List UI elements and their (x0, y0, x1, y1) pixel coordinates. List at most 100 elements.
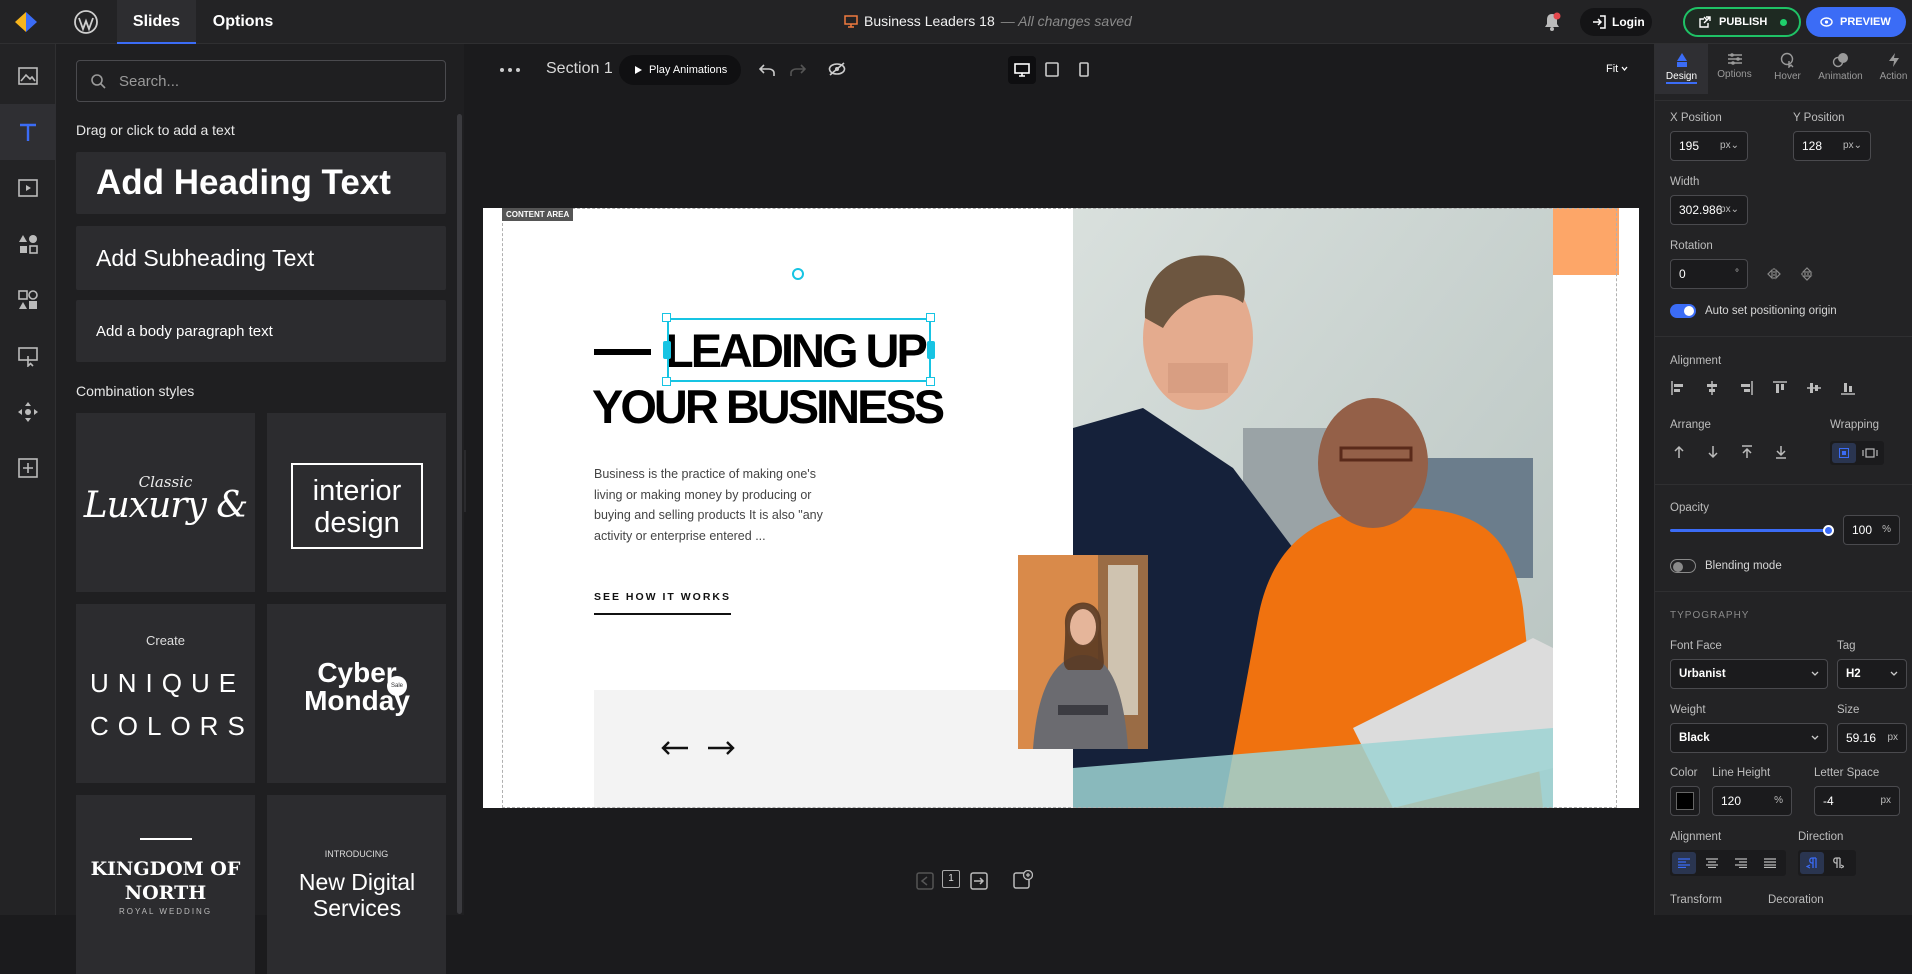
previous-page-icon[interactable] (916, 872, 934, 890)
add-body-button[interactable]: Add a body paragraph text (76, 300, 446, 362)
color-swatch-button[interactable] (1670, 786, 1700, 816)
rotation-input[interactable]: 0 ° (1670, 259, 1748, 289)
align-right-icon[interactable] (1738, 380, 1754, 396)
add-page-icon[interactable] (1013, 870, 1033, 890)
tab-design[interactable]: Design (1655, 44, 1708, 94)
text-align-left-button[interactable] (1672, 852, 1696, 874)
font-face-select[interactable]: Urbanist (1670, 659, 1828, 689)
send-to-back-icon[interactable] (1775, 445, 1787, 459)
arrow-right-icon[interactable] (707, 741, 735, 755)
rail-interactive[interactable] (0, 328, 56, 384)
send-backward-icon[interactable] (1707, 445, 1719, 459)
undo-icon[interactable] (759, 63, 775, 77)
selection-box[interactable] (667, 318, 931, 382)
rail-video[interactable] (0, 160, 56, 216)
rail-elements[interactable] (0, 272, 56, 328)
tab-animation[interactable]: Animation (1814, 44, 1867, 94)
direction-ltr-button[interactable] (1800, 852, 1824, 874)
resize-handle-left[interactable] (663, 341, 671, 359)
play-animations-button[interactable]: Play Animations (619, 55, 741, 85)
align-left-icon[interactable] (1670, 380, 1686, 396)
opacity-slider[interactable] (1670, 529, 1830, 532)
document-title[interactable]: Business Leaders 18 — All changes saved (844, 13, 1132, 29)
x-position-input[interactable]: 195 px⌄ (1670, 131, 1748, 161)
size-input[interactable]: 59.16 px (1837, 723, 1907, 753)
arrow-left-icon[interactable] (661, 741, 689, 755)
opacity-slider-thumb[interactable] (1823, 525, 1834, 536)
search-input[interactable] (76, 60, 446, 102)
wrap-inline-button[interactable] (1832, 443, 1856, 463)
wrap-around-icon[interactable] (1862, 448, 1878, 458)
more-options-icon[interactable] (500, 68, 520, 72)
hide-eye-icon[interactable] (828, 61, 846, 77)
login-button[interactable]: Login (1580, 8, 1652, 36)
text-align-center-icon[interactable] (1706, 858, 1718, 868)
combo-kingdom[interactable]: KINGDOM OF NORTH ROYAL WEDDING (76, 795, 255, 974)
resize-handle-top-left[interactable] (662, 313, 671, 322)
bring-forward-icon[interactable] (1673, 445, 1685, 459)
desktop-view-button[interactable] (1008, 56, 1036, 84)
line-height-unit: % (1774, 795, 1783, 806)
see-how-it-works-link[interactable]: SEE HOW IT WORKS (594, 591, 731, 615)
tab-options[interactable]: Options (202, 0, 284, 44)
letter-space-input[interactable]: -4 px (1814, 786, 1900, 816)
tab-hover[interactable]: Hover (1761, 44, 1814, 94)
combo-cyber[interactable]: Cyber Monday Sale (267, 604, 446, 783)
auto-origin-toggle[interactable] (1670, 304, 1696, 318)
text-align-left-icon (1678, 858, 1690, 868)
align-center-horizontal-icon[interactable] (1704, 380, 1720, 396)
tab-options-prop[interactable]: Options (1708, 44, 1761, 94)
mobile-icon[interactable] (1079, 62, 1089, 77)
align-top-icon[interactable] (1772, 380, 1788, 396)
y-position-input[interactable]: 128 px⌄ (1793, 131, 1871, 161)
section-label[interactable]: Section 1 (546, 60, 613, 78)
width-input[interactable]: 302.986 px⌄ (1670, 195, 1748, 225)
text-align-right-icon[interactable] (1735, 858, 1747, 868)
preview-button[interactable]: PREVIEW (1806, 7, 1906, 37)
tab-action[interactable]: Action (1867, 44, 1912, 94)
text-align-justify-icon[interactable] (1764, 858, 1776, 868)
play-animations-label: Play Animations (649, 64, 728, 76)
rail-shapes[interactable] (0, 216, 56, 272)
rail-add-section[interactable] (0, 440, 56, 496)
slide-canvas[interactable]: CONTENT AREA LEADING UP YOUR BUSINESS Bu… (483, 208, 1639, 808)
rail-navigation[interactable] (0, 384, 56, 440)
move-arrows-icon (18, 402, 38, 422)
zoom-select[interactable]: Fit (1606, 63, 1628, 75)
combo-unique[interactable]: Create UNIQUE COLORS (76, 604, 255, 783)
align-bottom-icon[interactable] (1840, 380, 1856, 396)
panel-scrollbar[interactable] (457, 114, 462, 914)
rotate-handle[interactable] (792, 268, 804, 280)
resize-handle-top-right[interactable] (926, 313, 935, 322)
flip-horizontal-icon[interactable] (1767, 268, 1781, 280)
add-heading-button[interactable]: Add Heading Text (76, 152, 446, 214)
text-direction-rtl-icon[interactable] (1832, 857, 1844, 869)
wordpress-icon[interactable] (73, 9, 99, 35)
resize-handle-bottom-right[interactable] (926, 377, 935, 386)
tag-select[interactable]: H2 (1837, 659, 1907, 689)
rail-text[interactable] (0, 104, 56, 160)
align-middle-vertical-icon[interactable] (1806, 380, 1822, 396)
slide-body-text[interactable]: Business is the practice of making one's… (594, 464, 834, 546)
resize-handle-bottom-left[interactable] (662, 377, 671, 386)
blending-mode-toggle[interactable] (1670, 559, 1696, 573)
combo-interior[interactable]: interior design (267, 413, 446, 592)
combo-digital[interactable]: INTRODUCING New Digital Services (267, 795, 446, 974)
bring-to-front-icon[interactable] (1741, 445, 1753, 459)
resize-handle-right[interactable] (927, 341, 935, 359)
tablet-icon[interactable] (1045, 62, 1059, 77)
page-number[interactable]: 1 (942, 870, 960, 888)
publish-button[interactable]: PUBLISH (1683, 7, 1801, 37)
weight-select[interactable]: Black (1670, 723, 1828, 753)
next-page-icon[interactable] (970, 872, 988, 890)
tab-slides[interactable]: Slides (117, 0, 196, 44)
rail-images[interactable] (0, 48, 56, 104)
flip-vertical-icon[interactable] (1801, 267, 1813, 281)
opacity-input[interactable]: 100% (1843, 515, 1900, 545)
app-logo[interactable] (14, 11, 38, 33)
notification-bell-icon[interactable] (1542, 11, 1562, 33)
combo-luxury[interactable]: Classic Luxury & (76, 413, 255, 592)
add-subheading-button[interactable]: Add Subheading Text (76, 226, 446, 290)
line-height-input[interactable]: 120% (1712, 786, 1792, 816)
redo-icon[interactable] (790, 63, 806, 77)
